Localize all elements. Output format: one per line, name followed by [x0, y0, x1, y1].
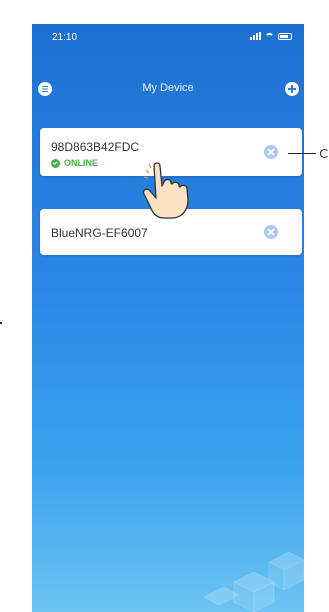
decorative-cubes	[203, 551, 304, 612]
check-circle-icon	[51, 158, 60, 168]
pointing-hand-icon	[142, 162, 189, 219]
status-bar: 21:10	[32, 24, 304, 46]
remove-icon[interactable]	[264, 225, 278, 239]
callout-line	[288, 153, 316, 154]
phone-screen: 21:10 My Device 98D863B42FDC ONLINE Blue…	[32, 24, 304, 612]
status-label: ONLINE	[64, 158, 99, 168]
battery-icon	[278, 32, 292, 40]
page-mark	[0, 322, 2, 324]
app-header: My Device	[32, 74, 304, 100]
add-icon[interactable]	[285, 82, 299, 96]
wifi-icon	[265, 32, 274, 40]
remove-icon[interactable]	[264, 145, 278, 159]
device-status: ONLINE	[51, 158, 98, 168]
status-icons	[250, 32, 292, 40]
device-name: BlueNRG-EF6007	[51, 226, 148, 240]
page-title: My Device	[142, 82, 194, 94]
signal-icon	[250, 32, 261, 40]
status-time: 21:10	[52, 32, 78, 43]
callout-marker	[320, 149, 329, 158]
device-name: 98D863B42FDC	[51, 140, 140, 154]
